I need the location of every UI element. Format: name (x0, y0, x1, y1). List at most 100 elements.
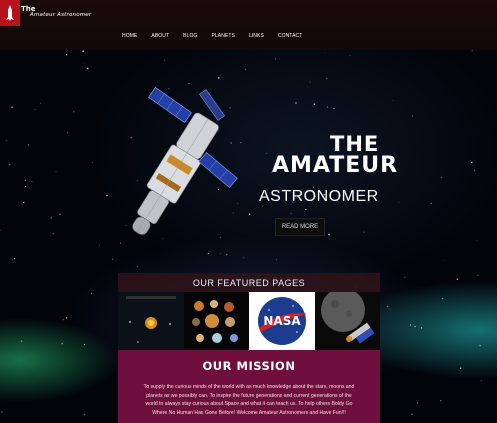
nav-contact[interactable]: CONTACT (278, 33, 303, 39)
thumb-nasa[interactable]: NASA (249, 292, 315, 350)
star (275, 58, 277, 60)
star (409, 324, 412, 326)
star (417, 402, 419, 404)
nav-links[interactable]: LINKS (249, 33, 264, 39)
star (25, 185, 27, 188)
star (125, 225, 127, 226)
thumb-spacecraft[interactable] (314, 292, 380, 350)
thumb-planets[interactable] (183, 292, 249, 350)
star (305, 209, 307, 211)
star (112, 258, 114, 260)
star (441, 177, 442, 178)
star (130, 136, 132, 139)
site-header: The Amateur Astronomer HOME ABOUT BLOG P… (0, 0, 497, 50)
star (225, 253, 228, 256)
star (148, 192, 151, 194)
star (34, 109, 36, 111)
star (295, 102, 297, 104)
star (200, 132, 202, 134)
star (430, 202, 432, 204)
star (192, 141, 194, 143)
star (412, 115, 414, 117)
nav-planets[interactable]: PLANETS (211, 33, 235, 39)
star (477, 274, 479, 276)
star (163, 59, 165, 61)
star (333, 107, 335, 110)
nav-home[interactable]: HOME (122, 33, 137, 39)
star (40, 102, 41, 104)
star (349, 55, 351, 56)
star (50, 217, 53, 219)
star (243, 257, 245, 258)
star (55, 171, 57, 172)
star (237, 203, 238, 204)
read-more-button[interactable]: READ MORE (275, 218, 325, 236)
star (31, 181, 33, 183)
star (232, 212, 234, 214)
star (119, 242, 122, 244)
star (1, 411, 3, 413)
star (37, 375, 39, 377)
star (248, 213, 251, 216)
star (456, 278, 459, 280)
mission-section: OUR MISSION To supply the curious minds … (118, 350, 380, 423)
star (442, 298, 444, 300)
star (290, 212, 292, 214)
star (197, 154, 198, 156)
star (174, 179, 176, 180)
mission-text: To supply the curious minds of the world… (143, 384, 355, 416)
star (404, 276, 406, 278)
star (411, 413, 413, 416)
featured-title: OUR FEATURED PAGES (192, 277, 306, 288)
star (444, 259, 445, 261)
star (136, 180, 138, 181)
star (188, 82, 190, 85)
star (82, 50, 84, 52)
thumb-solar-system[interactable] (118, 292, 184, 350)
star (178, 142, 180, 144)
star (52, 233, 54, 235)
star (20, 340, 23, 343)
star (217, 77, 220, 79)
featured-thumbnails: NASA (118, 292, 380, 350)
star (479, 344, 481, 347)
rocket-icon (6, 5, 14, 21)
logo[interactable] (0, 0, 20, 26)
star (440, 400, 442, 402)
star (309, 81, 311, 83)
star (90, 292, 92, 294)
star (8, 163, 11, 166)
star (86, 67, 89, 70)
star (480, 380, 482, 382)
star (65, 317, 68, 319)
star (6, 140, 8, 142)
star (207, 252, 210, 255)
star (398, 202, 400, 203)
nav-about[interactable]: ABOUT (151, 33, 169, 39)
star (414, 325, 416, 328)
star (387, 305, 389, 307)
star (65, 53, 68, 56)
nasa-logo-icon: NASA (258, 297, 307, 345)
star (476, 239, 478, 241)
star (84, 414, 86, 416)
star (470, 161, 473, 164)
star (22, 201, 25, 204)
star (326, 77, 328, 79)
star (162, 238, 164, 240)
star (328, 233, 330, 236)
star (73, 111, 75, 113)
star (307, 86, 309, 88)
mission-title: OUR MISSION (202, 359, 296, 373)
star (83, 343, 86, 346)
star (326, 106, 329, 108)
star (324, 52, 326, 54)
nav-blog[interactable]: BLOG (183, 33, 197, 39)
star (168, 88, 170, 90)
star (219, 252, 221, 254)
star (363, 231, 365, 233)
star (229, 107, 231, 109)
star (266, 152, 268, 154)
star (92, 162, 93, 163)
logo-name-text: Amateur Astronomer (30, 12, 92, 18)
